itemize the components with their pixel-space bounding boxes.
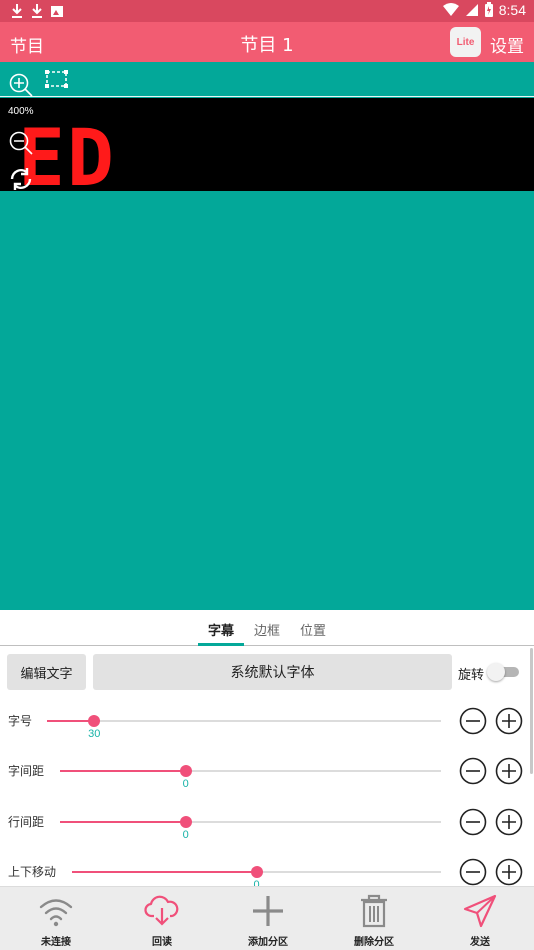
nav-label: 发送: [470, 937, 490, 948]
slider-fill: [60, 821, 186, 823]
nav-label: 添加分区: [248, 937, 288, 948]
plus-circle-icon[interactable]: [495, 757, 523, 785]
subtitle-controls: 编辑文字 系统默认字体 旋转 字号 30 字间距 0 行间距 0 上下移动 0: [0, 646, 534, 886]
font-select-button[interactable]: 系统默认字体: [93, 654, 452, 690]
canvas-toolbar: [0, 62, 534, 97]
wifi-icon: [39, 899, 73, 927]
lite-button[interactable]: Lite: [450, 27, 481, 57]
download-icon: [32, 4, 42, 18]
plus-circle-icon[interactable]: [495, 808, 523, 836]
zoom-level: 400%: [8, 106, 34, 117]
status-notifications: [10, 3, 64, 19]
signal-icon: [465, 4, 478, 16]
tab-border[interactable]: 边框: [254, 620, 280, 639]
refresh-icon[interactable]: [8, 166, 34, 191]
slider-value: 0: [182, 778, 189, 790]
slider-value: 0: [253, 879, 260, 886]
zoom-out-icon[interactable]: [8, 130, 34, 156]
bottom-nav: 未连接 回读 添加分区 删除分区 发送: [0, 886, 534, 950]
plus-icon: [253, 896, 283, 926]
minus-circle-icon[interactable]: [459, 858, 487, 886]
font-size-label: 字号: [8, 714, 33, 728]
tab-position[interactable]: 位置: [300, 620, 326, 639]
led-preview: ED 400%: [0, 98, 534, 191]
slider-thumb[interactable]: [179, 765, 192, 777]
download-icon: [12, 4, 22, 18]
wifi-icon: [442, 3, 459, 16]
slider-fill: [47, 720, 95, 722]
nav-connection[interactable]: 未连接: [3, 887, 109, 950]
line-spacing-row: 行间距 0: [0, 803, 534, 853]
cloud-download-icon: [144, 895, 179, 926]
select-area-icon[interactable]: [44, 68, 70, 90]
status-bar: 8:54: [0, 0, 534, 22]
slider-value: 30: [88, 728, 101, 740]
toggle-knob: [487, 663, 505, 681]
slider-fill: [72, 871, 257, 873]
letter-spacing-label: 字间距: [8, 764, 45, 778]
edit-text-button[interactable]: 编辑文字: [7, 654, 86, 690]
minus-circle-icon[interactable]: [459, 808, 487, 836]
font-size-row: 字号 30: [0, 702, 534, 752]
nav-delete-zone[interactable]: 删除分区: [321, 887, 427, 950]
status-system: 8:54: [442, 2, 526, 18]
rotate-toggle[interactable]: [487, 663, 519, 681]
image-icon: [51, 6, 63, 17]
status-time: 8:54: [498, 2, 526, 18]
plus-circle-icon[interactable]: [495, 707, 523, 735]
minus-circle-icon[interactable]: [459, 757, 487, 785]
nav-readback[interactable]: 回读: [109, 887, 215, 950]
settings-button[interactable]: 设置: [490, 32, 524, 57]
slider-fill: [60, 770, 186, 772]
vertical-offset-label: 上下移动: [8, 865, 57, 879]
property-tabs: 字幕 边框 位置: [0, 610, 534, 646]
tab-subtitle[interactable]: 字幕: [208, 620, 234, 639]
trash-icon: [361, 894, 387, 928]
zoom-in-icon[interactable]: [8, 72, 34, 98]
title-bar: 节目 节目 1 Lite 设置: [0, 22, 534, 62]
slider-thumb[interactable]: [88, 715, 101, 727]
nav-label: 删除分区: [354, 937, 394, 948]
rotate-label: 旋转: [458, 668, 485, 683]
battery-icon: [484, 2, 493, 17]
nav-label: 回读: [152, 937, 172, 948]
slider-value: 0: [182, 829, 189, 841]
nav-add-zone[interactable]: 添加分区: [215, 887, 321, 950]
nav-send[interactable]: 发送: [427, 887, 533, 950]
plus-circle-icon[interactable]: [495, 858, 523, 886]
slider-thumb[interactable]: [179, 816, 192, 828]
letter-spacing-row: 字间距 0: [0, 752, 534, 802]
minus-circle-icon[interactable]: [459, 707, 487, 735]
slider-track[interactable]: [47, 720, 441, 722]
slider-thumb[interactable]: [250, 866, 263, 878]
programs-button[interactable]: 节目: [10, 32, 44, 57]
program-canvas[interactable]: ED 400%: [0, 62, 534, 610]
send-icon: [463, 894, 497, 928]
line-spacing-label: 行间距: [8, 815, 45, 829]
vertical-offset-row: 上下移动 0: [0, 853, 534, 886]
nav-label: 未连接: [41, 937, 71, 948]
